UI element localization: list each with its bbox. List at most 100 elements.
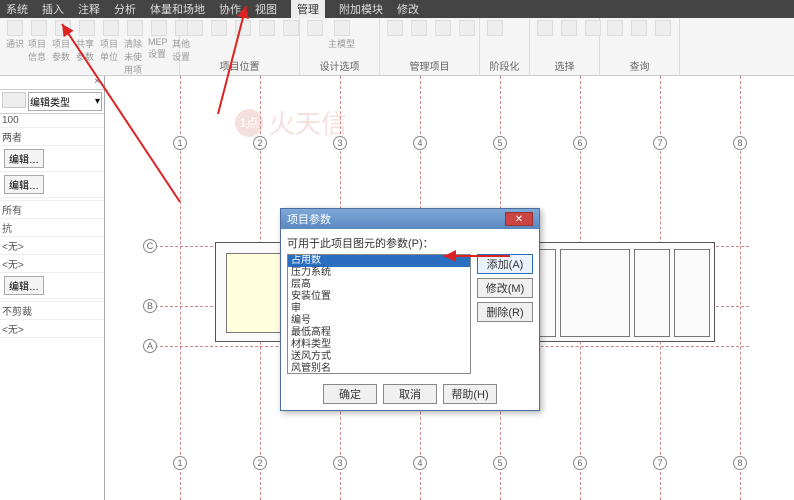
menu-item[interactable]: 体量和场地 (150, 1, 205, 17)
edit-button[interactable]: 编辑… (4, 276, 44, 295)
menu-item[interactable]: 修改 (397, 1, 419, 17)
menu-item[interactable]: 插入 (42, 1, 64, 17)
load-icon (585, 20, 601, 36)
property-row[interactable]: 两者 (0, 128, 104, 146)
property-row[interactable]: 编辑… (0, 146, 104, 172)
list-item[interactable]: 占用数 (288, 255, 470, 267)
grid-bubble: 1 (173, 136, 187, 150)
ribbon-btn[interactable] (456, 20, 478, 37)
table-icon (187, 20, 203, 36)
grid-bubble: 8 (733, 136, 747, 150)
group-label: 项目位置 (184, 58, 295, 73)
image-icon (411, 20, 427, 36)
ribbon-btn[interactable] (184, 20, 206, 37)
menu-item-manage[interactable]: 管理 (291, 0, 325, 18)
list-item[interactable]: 层高 (288, 279, 470, 291)
ribbon-btn[interactable] (534, 20, 556, 37)
ribbon-btn[interactable] (432, 20, 454, 37)
ribbon-btn[interactable] (628, 20, 650, 37)
btn-label: 主模型 (328, 37, 355, 50)
btn-label: 通识 (6, 37, 24, 50)
close-icon[interactable]: × (90, 76, 104, 89)
grid-bubble: 2 (253, 456, 267, 470)
ribbon-btn[interactable]: 清除 未使用项 (124, 20, 146, 76)
ribbon-btn[interactable] (558, 20, 580, 37)
prop-label: 两者 (2, 129, 102, 144)
watermark-badge: 1点 (235, 109, 263, 137)
room (226, 253, 286, 333)
ok-button[interactable]: 确定 (323, 384, 377, 404)
stair (674, 249, 710, 337)
close-button[interactable]: ✕ (505, 212, 533, 226)
menu-item[interactable]: 注释 (78, 1, 100, 17)
menu-item[interactable]: 视图 (255, 1, 277, 17)
ribbon-btn-project-params[interactable]: 项目 参数 (52, 20, 74, 76)
ribbon-btn[interactable] (304, 20, 326, 50)
grid-bubble: 4 (413, 136, 427, 150)
list-item[interactable]: 材料类型 (288, 339, 470, 351)
ribbon-btn[interactable] (256, 20, 278, 37)
add-button[interactable]: 添加(A) (477, 254, 533, 274)
decal-icon (435, 20, 451, 36)
menu-item[interactable]: 协作 (219, 1, 241, 17)
property-row[interactable]: 不剪裁 (0, 302, 104, 320)
menu-item[interactable]: 分析 (114, 1, 136, 17)
prop-label: 所有 (2, 202, 102, 217)
list-item[interactable]: 编号 (288, 315, 470, 327)
delete-button[interactable]: 删除(R) (477, 302, 533, 322)
property-row[interactable]: 抗 (0, 219, 104, 237)
ribbon-btn[interactable] (484, 20, 506, 37)
grid-bubble: 8 (733, 456, 747, 470)
group-label: 管理项目 (384, 58, 475, 73)
ribbon-btn[interactable]: 项目 单位 (100, 20, 122, 76)
ribbon-btn[interactable]: MEP 设置 (148, 20, 170, 76)
dialog-titlebar[interactable]: 项目参数 ✕ (281, 209, 539, 229)
list-item[interactable]: 压力系统 (288, 267, 470, 279)
list-item[interactable]: 审 (288, 303, 470, 315)
list-item[interactable]: 送风方式 (288, 351, 470, 363)
ribbon-btn[interactable] (652, 20, 674, 37)
ribbon-btn[interactable] (384, 20, 406, 37)
edit-button[interactable]: 编辑… (4, 149, 44, 168)
dd-label: 编辑类型 (30, 94, 70, 109)
ribbon-btn[interactable] (208, 20, 230, 37)
help-button[interactable]: 帮助(H) (443, 384, 497, 404)
mep-icon (151, 20, 167, 36)
grid-bubble: 7 (653, 456, 667, 470)
ribbon-btn[interactable] (280, 20, 302, 37)
grid-bubble: B (143, 299, 157, 313)
property-row[interactable]: 编辑… (0, 172, 104, 198)
globe-icon (235, 20, 251, 36)
menu-item[interactable]: 附加模块 (339, 1, 383, 17)
ribbon-btn[interactable]: 项目 信息 (28, 20, 50, 76)
grid-bubble: 7 (653, 136, 667, 150)
cancel-button[interactable]: 取消 (383, 384, 437, 404)
ribbon-btn[interactable] (232, 20, 254, 37)
menu-item[interactable]: 系统 (6, 1, 28, 17)
parameter-list[interactable]: 占用数压力系统层高安装位置审编号最低高程材料类型送风方式风管别名风管厚度(mm) (287, 254, 471, 374)
ribbon-btn[interactable]: 主模型 (328, 20, 355, 50)
project-parameters-dialog: 项目参数 ✕ 可用于此项目图元的参数(P)： 占用数压力系统层高安装位置审编号最… (280, 208, 540, 411)
edit-type-dropdown[interactable]: 编辑类型▾ (28, 92, 102, 111)
prop-label: <无> (2, 321, 102, 336)
property-row[interactable]: 编辑… (0, 273, 104, 299)
ribbon-btn[interactable]: 通识 (4, 20, 26, 76)
ribbon: 通识 项目 信息 项目 参数 共享 参数 项目 单位 清除 未使用项 MEP 设… (0, 18, 794, 76)
property-row[interactable]: 所有 (0, 201, 104, 219)
edit-button[interactable]: 编辑… (4, 175, 44, 194)
list-item[interactable]: 最低高程 (288, 327, 470, 339)
grid-bubble: 6 (573, 136, 587, 150)
property-row[interactable]: <无> (0, 255, 104, 273)
grid-bubble: 3 (333, 136, 347, 150)
ribbon-btn[interactable] (408, 20, 430, 37)
modify-button[interactable]: 修改(M) (477, 278, 533, 298)
id-icon (607, 20, 623, 36)
property-row[interactable]: <无> (0, 320, 104, 338)
ribbon-btn[interactable] (604, 20, 626, 37)
property-row[interactable]: <无> (0, 237, 104, 255)
list-item[interactable]: 安装位置 (288, 291, 470, 303)
clean-icon (127, 20, 143, 36)
ribbon-btn[interactable]: 共享 参数 (76, 20, 98, 76)
list-item[interactable]: 风管别名 (288, 363, 470, 374)
ribbon-group-phase: 阶段化 (480, 18, 530, 75)
